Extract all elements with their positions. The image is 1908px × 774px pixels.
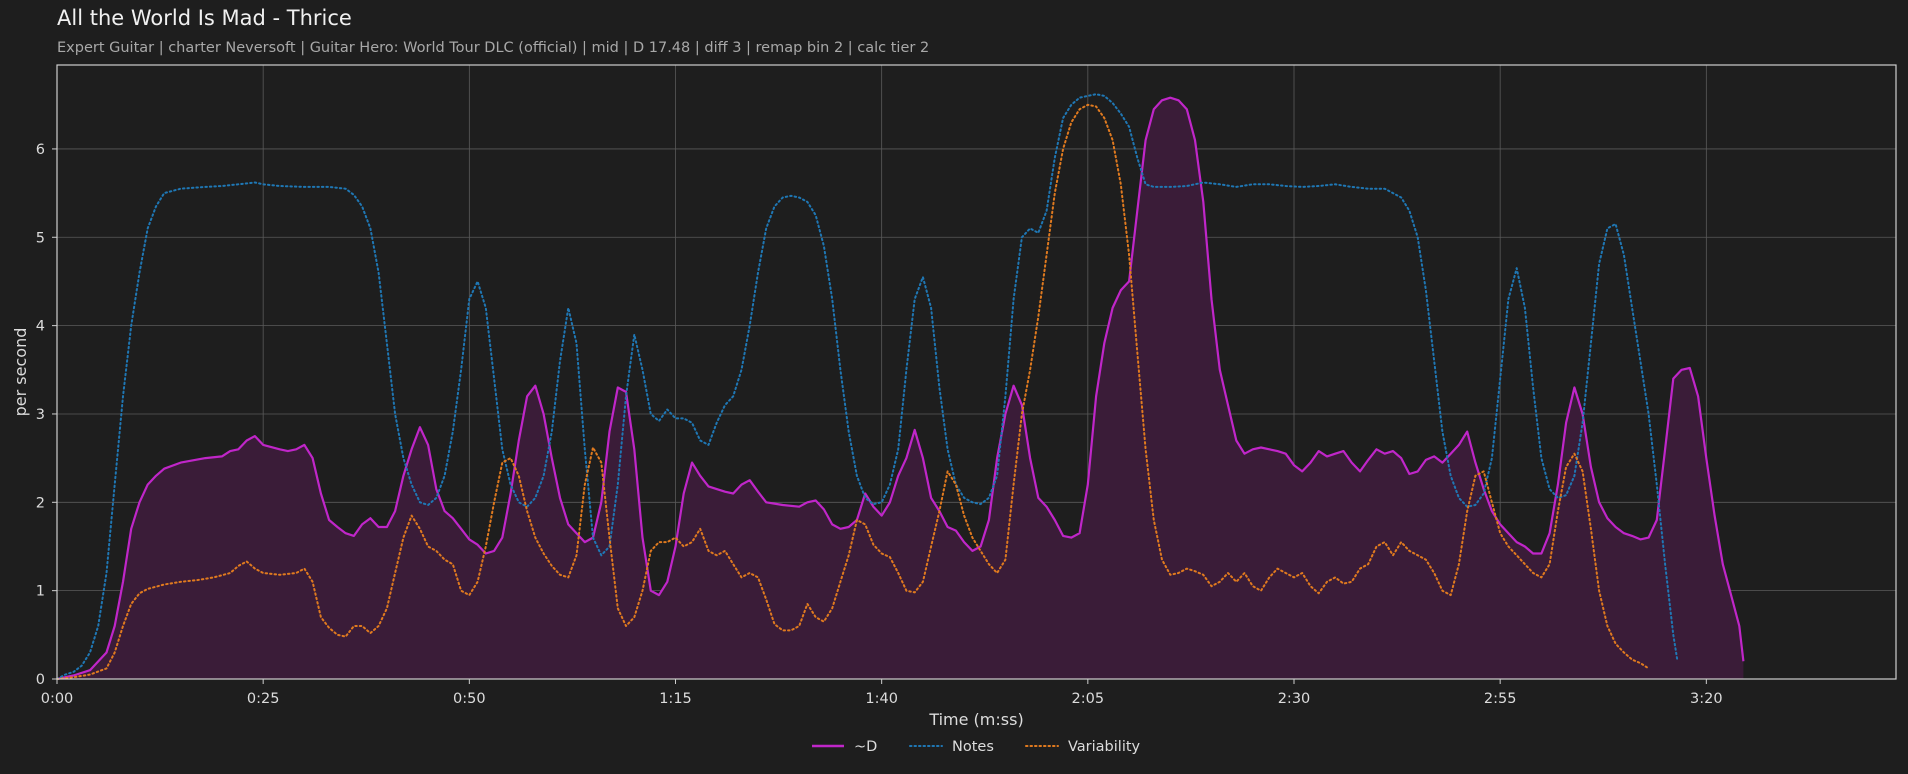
y-tick-label: 4 [36, 319, 45, 335]
x-tick-label: 2:55 [1484, 691, 1517, 707]
x-tick-label: 1:15 [659, 691, 692, 707]
x-axis-label: Time (m:ss) [928, 710, 1023, 729]
x-tick-label: 2:05 [1072, 691, 1105, 707]
series-fill-d [57, 97, 1744, 679]
chart-svg: 0:00 0:25 0:50 1:15 1:40 2:05 2:30 2:55 3:20 0 1 2 3… [11, 64, 1897, 755]
x-tick-label: 3:20 [1690, 691, 1723, 707]
y-tick-label: 3 [36, 407, 45, 423]
x-tick-label: 2:30 [1278, 691, 1311, 707]
x-tick-label: 0:00 [41, 691, 74, 707]
legend-label-d: ~D [854, 739, 877, 755]
y-tick-label: 5 [36, 230, 45, 246]
y-axis-label: per second [11, 328, 30, 417]
y-tick-label: 2 [36, 495, 45, 511]
x-tick-label: 0:25 [247, 691, 280, 707]
x-tick-label: 1:40 [865, 691, 898, 707]
legend-label-notes: Notes [952, 739, 994, 755]
legend: ~D Notes Variability [812, 739, 1141, 755]
x-tick-label: 0:50 [453, 691, 486, 707]
legend-label-variability: Variability [1068, 739, 1141, 755]
y-tick-label: 0 [36, 672, 45, 688]
y-tick-label: 6 [36, 142, 45, 158]
fill-layer [57, 97, 1744, 679]
y-tick-label: 1 [36, 584, 45, 600]
